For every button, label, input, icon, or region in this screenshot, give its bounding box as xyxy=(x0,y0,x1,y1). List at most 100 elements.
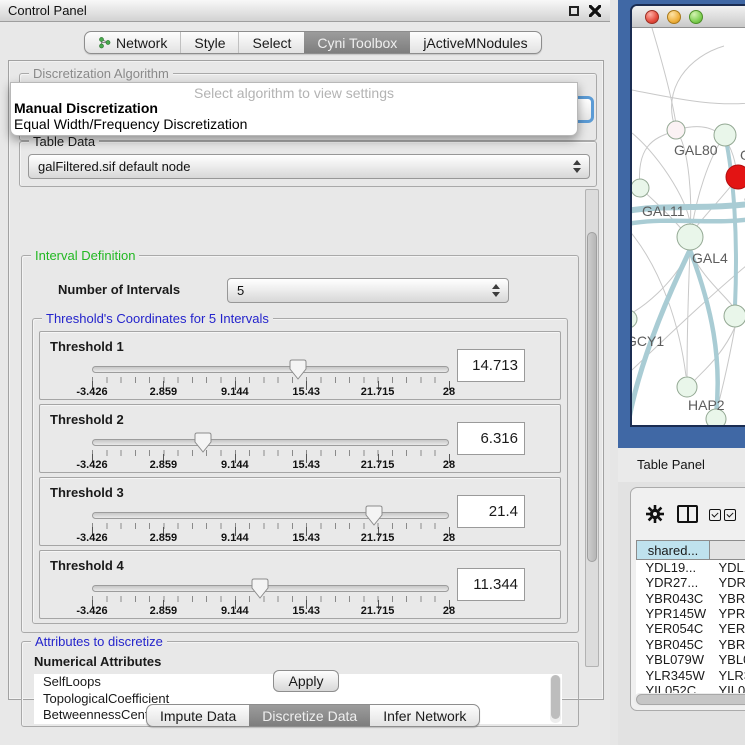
tab-impute-data-label: Impute Data xyxy=(160,708,236,724)
svg-text:GA: GA xyxy=(740,147,745,163)
interval-definition-group-title: Interval Definition xyxy=(31,248,139,263)
threshold-panel: Threshold 2 -3.426 2.859 xyxy=(39,404,561,473)
threshold-slider[interactable]: -3.426 2.859 9.144 15.43 21.715 28 xyxy=(92,585,449,619)
threshold-label: Threshold 4 xyxy=(50,558,124,573)
network-window-titlebar xyxy=(632,6,745,28)
checkbox-icon[interactable] xyxy=(709,509,721,521)
svg-text:HAP2: HAP2 xyxy=(688,397,725,413)
threshold-value-field[interactable]: 6.316 xyxy=(457,422,525,455)
slider-ticks xyxy=(92,523,449,529)
float-window-icon[interactable] xyxy=(569,6,579,16)
close-traffic-light-icon[interactable] xyxy=(645,10,659,24)
split-columns-icon[interactable] xyxy=(677,505,698,523)
network-view-window[interactable]: GAL80 GA C GAL11 GAL4 GCY1 H HAP2 xyxy=(630,4,745,427)
tab-cyni-toolbox-label: Cyni Toolbox xyxy=(317,35,397,51)
tab-style[interactable]: Style xyxy=(180,32,238,53)
slider-ticks xyxy=(92,377,449,383)
dropdown-option-equal-width[interactable]: Equal Width/Frequency Discretization xyxy=(11,116,577,132)
control-panel-titlebar: Control Panel xyxy=(0,0,612,22)
threshold-value-field[interactable]: 11.344 xyxy=(457,568,525,601)
table-row[interactable]: YBR045CYBR0 xyxy=(637,637,745,652)
node-gcy1 xyxy=(632,310,637,328)
checkbox-icon[interactable] xyxy=(724,509,736,521)
slider-thumb[interactable] xyxy=(194,432,212,453)
table-data-selected-value: galFiltered.sif default node xyxy=(38,159,190,174)
numerical-attributes-label: Numerical Attributes xyxy=(34,654,161,669)
column-header-shared-name[interactable]: shared... xyxy=(637,541,710,560)
table-panel: shared... na YDL19...YDL1 YDR27...YDR2 Y… xyxy=(630,487,745,711)
tab-network[interactable]: Network xyxy=(85,32,180,53)
table-row[interactable]: YDL19...YDL1 xyxy=(637,560,745,576)
node-table: shared... na YDL19...YDL1 YDR27...YDR2 Y… xyxy=(636,540,745,698)
list-scrollbar[interactable] xyxy=(550,675,561,723)
tab-infer-network[interactable]: Infer Network xyxy=(370,705,479,726)
table-row[interactable]: YER054CYER0 xyxy=(637,621,745,636)
svg-text:GAL80: GAL80 xyxy=(674,142,718,158)
slider-ticks xyxy=(92,596,449,602)
panel-title: Control Panel xyxy=(8,3,87,18)
slider-ticks xyxy=(92,450,449,456)
tab-discretize-data[interactable]: Discretize Data xyxy=(249,705,370,726)
tab-impute-data[interactable]: Impute Data xyxy=(147,705,249,726)
table-horizontal-scrollbar[interactable] xyxy=(634,693,745,706)
table-row[interactable]: YLR345WYLR3 xyxy=(637,667,745,682)
tab-select-label: Select xyxy=(252,35,291,51)
table-data-select[interactable]: galFiltered.sif default node xyxy=(28,154,590,179)
network-nodes[interactable] xyxy=(632,121,745,427)
slider-thumb[interactable] xyxy=(251,578,269,599)
network-canvas[interactable]: GAL80 GA C GAL11 GAL4 GCY1 H HAP2 xyxy=(632,28,745,427)
table-panel-titlebar: Table Panel xyxy=(618,448,745,482)
screen: Control Panel Network Style Select Cyni … xyxy=(0,0,745,745)
svg-text:GCY1: GCY1 xyxy=(632,333,664,349)
table-row[interactable]: YDR27...YDR2 xyxy=(637,575,745,590)
number-of-intervals-value: 5 xyxy=(237,283,244,298)
threshold-slider[interactable]: -3.426 2.859 9.144 15.43 21.715 28 xyxy=(92,512,449,546)
column-header-name[interactable]: na xyxy=(710,541,745,560)
tab-jactivemnodules-label: jActiveMNodules xyxy=(423,35,527,51)
dropdown-option-manual[interactable]: Manual Discretization xyxy=(11,100,577,116)
scrollbar-thumb[interactable] xyxy=(587,232,597,562)
panel-vertical-scrollbar[interactable] xyxy=(585,189,599,667)
tab-select[interactable]: Select xyxy=(238,32,304,53)
threshold-slider[interactable]: -3.426 2.859 9.144 15.43 21.715 28 xyxy=(92,366,449,400)
node-selected xyxy=(726,165,745,189)
tab-cyni-toolbox[interactable]: Cyni Toolbox xyxy=(304,32,410,53)
close-icon[interactable] xyxy=(589,5,601,17)
slider-track[interactable] xyxy=(92,512,449,519)
threshold-slider[interactable]: -3.426 2.859 9.144 15.43 21.715 28 xyxy=(92,439,449,473)
slider-track[interactable] xyxy=(92,439,449,446)
threshold-label: Threshold 3 xyxy=(50,485,124,500)
threshold-value-field[interactable]: 21.4 xyxy=(457,495,525,528)
bottom-tabbar: Impute Data Discretize Data Infer Networ… xyxy=(146,704,480,727)
slider-track[interactable] xyxy=(92,366,449,373)
table-row[interactable]: YBR043CYBR0 xyxy=(637,590,745,605)
slider-thumb[interactable] xyxy=(289,359,307,380)
tab-network-label: Network xyxy=(116,35,167,51)
slider-thumb[interactable] xyxy=(365,505,383,526)
stepper-icon xyxy=(492,283,501,298)
zoom-traffic-light-icon[interactable] xyxy=(689,10,703,24)
gear-icon[interactable] xyxy=(644,503,666,525)
threshold-value-field[interactable]: 14.713 xyxy=(457,349,525,382)
top-tabbar: Network Style Select Cyni Toolbox jActiv… xyxy=(84,31,542,54)
node-hap2 xyxy=(677,377,697,397)
table-toolbar xyxy=(631,488,745,536)
tab-jactivemnodules[interactable]: jActiveMNodules xyxy=(410,32,540,53)
tab-style-label: Style xyxy=(194,35,225,51)
table-row[interactable]: YPR145WYPR1 xyxy=(637,606,745,621)
network-icon xyxy=(98,36,111,49)
slider-track[interactable] xyxy=(92,585,449,592)
threshold-panel: Threshold 3 -3.426 2.859 xyxy=(39,477,561,546)
number-of-intervals-select[interactable]: 5 xyxy=(227,278,509,303)
threshold-panel: Threshold 1 -3.426 2.859 xyxy=(39,331,561,400)
scrollbar-thumb[interactable] xyxy=(636,694,745,705)
minimize-traffic-light-icon[interactable] xyxy=(667,10,681,24)
threshold-label: Threshold 2 xyxy=(50,412,124,427)
table-row[interactable]: YBL079WYBL0 xyxy=(637,652,745,667)
svg-text:GAL4: GAL4 xyxy=(692,250,728,266)
apply-button[interactable]: Apply xyxy=(273,670,339,692)
settings-scroll-area: Interval Definition Number of Intervals … xyxy=(15,189,583,667)
slider-tick-labels: -3.426 2.859 9.144 15.43 21.715 28 xyxy=(92,532,449,546)
cyni-toolbox-panel: Discretization Algorithm Table Data galF… xyxy=(8,60,604,700)
threshold-panel: Threshold 4 -3.426 2.859 xyxy=(39,550,561,619)
